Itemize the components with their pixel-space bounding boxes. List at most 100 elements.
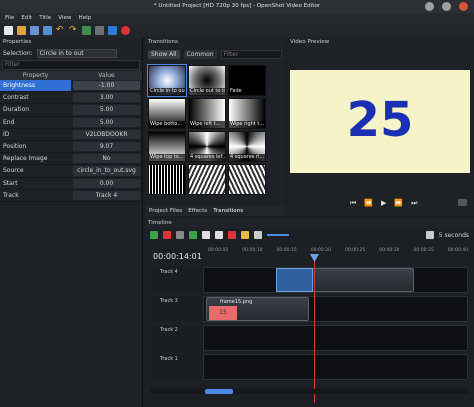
transition-thumb[interactable]: Wipe left t... bbox=[188, 98, 226, 129]
transition-thumb[interactable]: Circle out to in bbox=[188, 65, 226, 96]
property-row[interactable]: Source circle_in_to_out.svg bbox=[0, 165, 142, 178]
value-column-header: Value bbox=[98, 72, 115, 79]
save-project-icon[interactable] bbox=[30, 25, 39, 35]
timing-icon[interactable] bbox=[241, 231, 249, 239]
undo-icon[interactable]: ↶ bbox=[56, 25, 65, 35]
property-value[interactable]: Track 4 bbox=[73, 190, 140, 200]
transition-thumb[interactable] bbox=[148, 164, 186, 195]
transition-thumb[interactable] bbox=[228, 164, 266, 195]
menu-edit[interactable]: Edit bbox=[21, 13, 32, 23]
playhead[interactable] bbox=[314, 255, 315, 403]
transition-thumb[interactable]: Wipe botto... bbox=[148, 98, 186, 129]
playback-controls: ⏮ ⏪ ▶ ⏩ ⏭ bbox=[350, 199, 417, 208]
property-key: Brightness bbox=[0, 80, 71, 92]
jump-end-icon[interactable]: ⏭ bbox=[411, 199, 417, 208]
transition-thumb[interactable]: Wipe top to... bbox=[148, 131, 186, 162]
transitions-filter-input[interactable]: Filter bbox=[220, 50, 282, 59]
camera-icon[interactable] bbox=[458, 199, 467, 206]
property-row[interactable]: Start 0.00 bbox=[0, 177, 142, 190]
rewind-icon[interactable]: ⏪ bbox=[364, 199, 373, 208]
save-as-icon[interactable] bbox=[43, 25, 52, 35]
transition-clip[interactable] bbox=[276, 268, 313, 292]
property-value[interactable]: 5.00 bbox=[73, 105, 140, 115]
property-key: Replace Image bbox=[0, 153, 71, 165]
image-clip[interactable]: frame15.png 15 bbox=[206, 297, 309, 321]
ruler-tick: 00:00:40 bbox=[447, 248, 468, 253]
property-value[interactable]: 5.00 bbox=[73, 117, 140, 127]
property-value[interactable]: No bbox=[73, 154, 140, 164]
property-row[interactable]: Track Track 4 bbox=[0, 189, 142, 202]
property-row[interactable]: End 5.00 bbox=[0, 116, 142, 129]
fullscreen-icon[interactable] bbox=[108, 25, 117, 35]
timeline-ruler[interactable]: 00:00:05 00:00:10 00:00:15 00:00:20 00:0… bbox=[208, 248, 468, 264]
properties-filter-input[interactable]: Filter bbox=[2, 60, 140, 70]
snap-icon[interactable] bbox=[163, 231, 171, 239]
tab-common[interactable]: Common bbox=[183, 50, 217, 59]
property-value[interactable]: V2LOBDOOKR bbox=[73, 129, 140, 139]
tab-transitions[interactable]: Transitions bbox=[213, 206, 243, 216]
center-playhead-icon[interactable] bbox=[228, 231, 236, 239]
transition-thumb[interactable]: Fade bbox=[228, 65, 266, 96]
menu-title[interactable]: Title bbox=[39, 13, 51, 23]
tab-show-all[interactable]: Show All bbox=[148, 50, 180, 59]
property-row[interactable]: Brightness -1.00 bbox=[0, 80, 142, 93]
transition-thumb[interactable]: Wipe right t... bbox=[228, 98, 266, 129]
main-toolbar: ↶ ↷ bbox=[0, 23, 474, 37]
property-row[interactable]: Duration 5.00 bbox=[0, 104, 142, 117]
fast-forward-icon[interactable]: ⏩ bbox=[394, 199, 403, 208]
property-row[interactable]: Position 9.07 bbox=[0, 140, 142, 154]
add-marker-icon[interactable] bbox=[189, 231, 197, 239]
ruler-tick: 00:00:25 bbox=[345, 248, 366, 253]
property-row[interactable]: ID V2LOBDOOKR bbox=[0, 128, 142, 141]
previous-marker-icon[interactable] bbox=[202, 231, 210, 239]
transition-thumb[interactable]: 4 squares ri... bbox=[228, 131, 266, 162]
close-button[interactable] bbox=[459, 2, 468, 11]
transitions-panel: Transitions Show All Common Filter Circl… bbox=[145, 37, 285, 215]
profile-icon[interactable] bbox=[95, 25, 104, 35]
jump-start-icon[interactable]: ⏮ bbox=[350, 199, 356, 208]
transition-thumb[interactable]: Circle in to out bbox=[147, 64, 187, 97]
open-project-icon[interactable] bbox=[17, 25, 26, 35]
property-value[interactable]: circle_in_to_out.svg bbox=[73, 166, 140, 176]
media-tabs: Project Files Effects Transitions bbox=[145, 206, 285, 216]
property-row[interactable]: Replace Image No bbox=[0, 153, 142, 166]
tab-effects[interactable]: Effects bbox=[188, 206, 207, 216]
menu-help[interactable]: Help bbox=[79, 13, 92, 23]
preview-frame-number: 25 bbox=[346, 92, 414, 148]
menu-bar: File Edit Title View Help bbox=[0, 13, 474, 23]
timeline-scrollbar[interactable] bbox=[150, 389, 468, 394]
play-icon[interactable]: ▶ bbox=[381, 199, 386, 208]
property-key: ID bbox=[0, 128, 71, 140]
property-value[interactable]: 0.00 bbox=[73, 178, 140, 188]
property-value[interactable]: 9.07 bbox=[73, 141, 140, 152]
window-controls bbox=[425, 2, 468, 11]
minimize-button[interactable] bbox=[425, 2, 434, 11]
next-marker-icon[interactable] bbox=[215, 231, 223, 239]
transition-thumb[interactable]: 4 squares lef... bbox=[188, 131, 226, 162]
maximize-button[interactable] bbox=[442, 2, 451, 11]
property-value[interactable]: -1.00 bbox=[73, 81, 140, 91]
razor-icon[interactable] bbox=[176, 231, 184, 239]
video-preview-header: Video Preview bbox=[287, 37, 474, 47]
scrollbar-thumb[interactable] bbox=[205, 389, 233, 394]
zoom-slider[interactable] bbox=[267, 234, 289, 236]
property-value[interactable]: 3.00 bbox=[73, 93, 140, 103]
property-key: Source bbox=[0, 165, 71, 177]
tab-project-files[interactable]: Project Files bbox=[149, 206, 182, 216]
add-track-icon[interactable] bbox=[150, 231, 158, 239]
import-files-icon[interactable] bbox=[82, 25, 91, 35]
property-row[interactable]: Contrast 3.00 bbox=[0, 92, 142, 105]
new-project-icon[interactable] bbox=[4, 25, 13, 35]
menu-file[interactable]: File bbox=[5, 13, 14, 23]
ruler-tick: 00:00:05 bbox=[208, 248, 229, 253]
transition-thumb[interactable] bbox=[188, 164, 226, 195]
track-label: Track 4 bbox=[152, 267, 204, 293]
zoom-in-icon[interactable] bbox=[425, 231, 434, 239]
properties-header: Properties bbox=[0, 37, 142, 47]
clip-label: frame15.png bbox=[220, 299, 253, 305]
redo-icon[interactable]: ↷ bbox=[69, 25, 78, 35]
zoom-out-icon[interactable] bbox=[254, 231, 262, 239]
menu-view[interactable]: View bbox=[58, 13, 71, 23]
selection-dropdown[interactable]: Circle in to out bbox=[36, 48, 117, 58]
export-icon[interactable] bbox=[121, 25, 130, 35]
